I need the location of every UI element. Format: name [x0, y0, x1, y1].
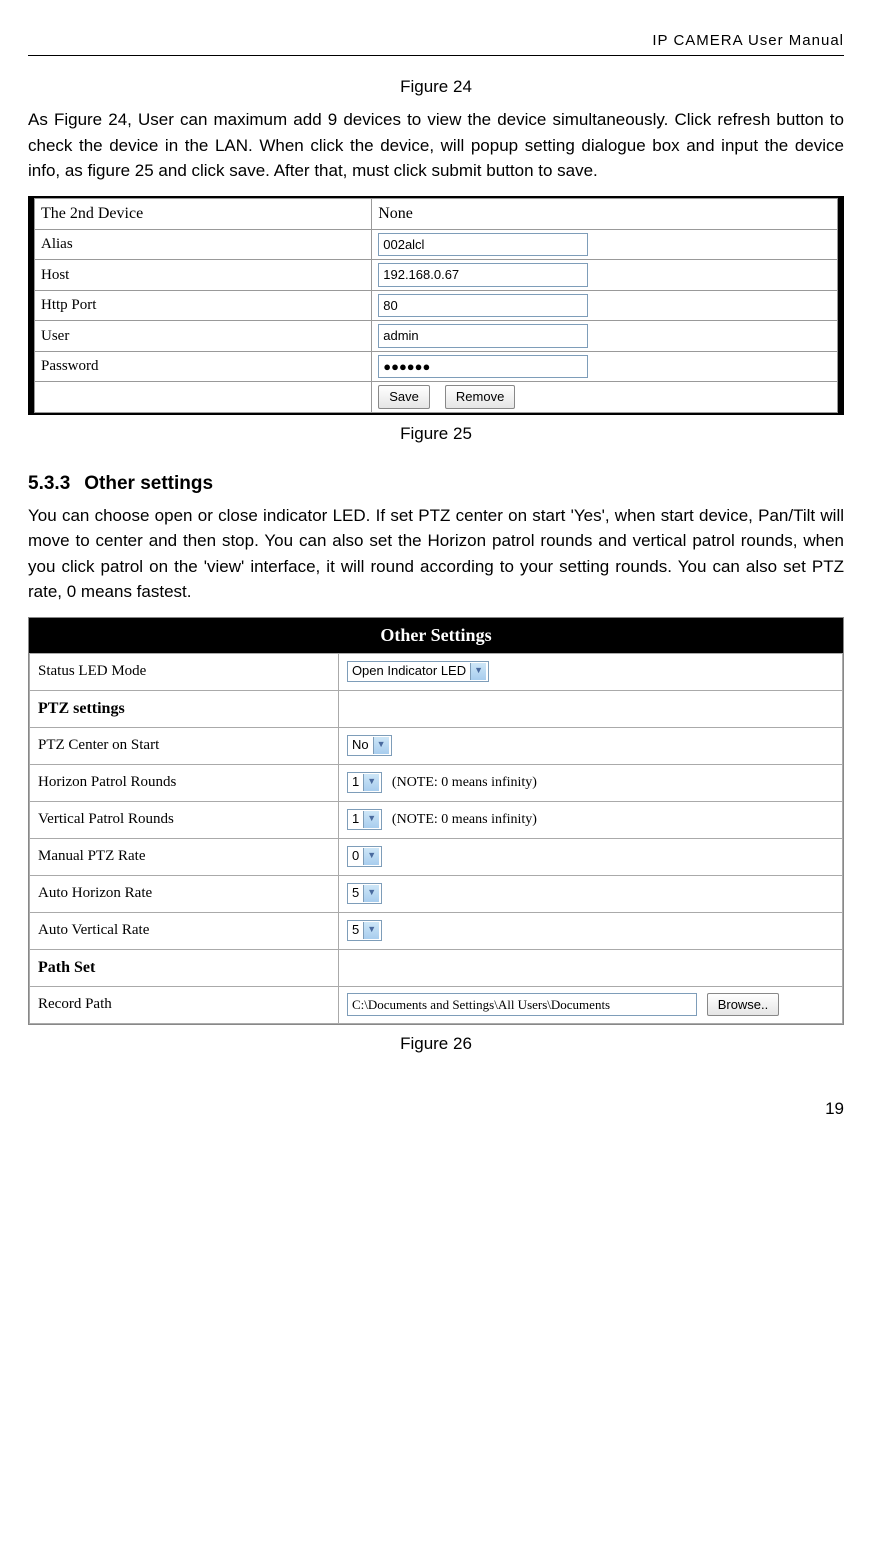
device-value: None — [372, 198, 838, 229]
browse-button[interactable]: Browse.. — [707, 993, 780, 1017]
record-path-input[interactable]: C:\Documents and Settings\All Users\Docu… — [347, 993, 697, 1017]
figure24-caption: Figure 24 — [28, 74, 844, 100]
ptz-center-label: PTZ Center on Start — [30, 727, 339, 764]
remove-button[interactable]: Remove — [445, 385, 515, 409]
dropdown-arrow-icon: ▼ — [363, 811, 379, 828]
user-label: User — [35, 321, 372, 352]
section-heading: 5.3.3 Other settings — [28, 470, 844, 499]
section-title: Other settings — [84, 473, 213, 494]
horizon-rounds-label: Horizon Patrol Rounds — [30, 764, 339, 801]
led-mode-label: Status LED Mode — [30, 653, 339, 690]
paragraph-1: As Figure 24, User can maximum add 9 dev… — [28, 107, 844, 184]
vertical-rounds-select[interactable]: 1▼ — [347, 809, 382, 830]
save-button[interactable]: Save — [378, 385, 430, 409]
dropdown-arrow-icon: ▼ — [363, 774, 379, 791]
other-settings-title: Other Settings — [29, 618, 843, 653]
password-label: Password — [35, 351, 372, 382]
dropdown-arrow-icon: ▼ — [373, 737, 389, 754]
dropdown-arrow-icon: ▼ — [363, 922, 379, 939]
ptz-settings-heading: PTZ settings — [30, 690, 339, 727]
paragraph-2: You can choose open or close indicator L… — [28, 503, 844, 605]
figure25-box: The 2nd Device None Alias 002alcl Host 1… — [28, 196, 844, 415]
horizon-rounds-select[interactable]: 1▼ — [347, 772, 382, 793]
page-header: IP CAMERA User Manual — [28, 30, 844, 56]
path-set-heading: Path Set — [30, 949, 339, 986]
dropdown-arrow-icon: ▼ — [363, 848, 379, 865]
alias-input[interactable]: 002alcl — [378, 233, 588, 257]
vertical-rounds-label: Vertical Patrol Rounds — [30, 801, 339, 838]
figure26-caption: Figure 26 — [28, 1031, 844, 1057]
figure25-caption: Figure 25 — [28, 421, 844, 447]
ptz-center-select[interactable]: No▼ — [347, 735, 392, 756]
dropdown-arrow-icon: ▼ — [363, 885, 379, 902]
led-mode-select[interactable]: Open Indicator LED▼ — [347, 661, 489, 682]
auto-horizon-select[interactable]: 5▼ — [347, 883, 382, 904]
auto-horizon-label: Auto Horizon Rate — [30, 875, 339, 912]
host-input[interactable]: 192.168.0.67 — [378, 263, 588, 287]
auto-vertical-select[interactable]: 5▼ — [347, 920, 382, 941]
section-number: 5.3.3 — [28, 473, 70, 494]
port-label: Http Port — [35, 290, 372, 321]
empty-cell — [35, 382, 372, 413]
figure26-box: Other Settings Status LED Mode Open Indi… — [28, 617, 844, 1025]
record-path-label: Record Path — [30, 986, 339, 1023]
dropdown-arrow-icon: ▼ — [470, 663, 486, 680]
note-text: (NOTE: 0 means infinity) — [392, 775, 537, 790]
manual-rate-select[interactable]: 0▼ — [347, 846, 382, 867]
alias-label: Alias — [35, 229, 372, 260]
user-input[interactable]: admin — [378, 324, 588, 348]
auto-vertical-label: Auto Vertical Rate — [30, 912, 339, 949]
port-input[interactable]: 80 — [378, 294, 588, 318]
device-label: The 2nd Device — [35, 198, 372, 229]
page-number: 19 — [28, 1096, 844, 1122]
note-text: (NOTE: 0 means infinity) — [392, 812, 537, 827]
password-input[interactable]: ●●●●●● — [378, 355, 588, 379]
host-label: Host — [35, 260, 372, 291]
manual-rate-label: Manual PTZ Rate — [30, 838, 339, 875]
